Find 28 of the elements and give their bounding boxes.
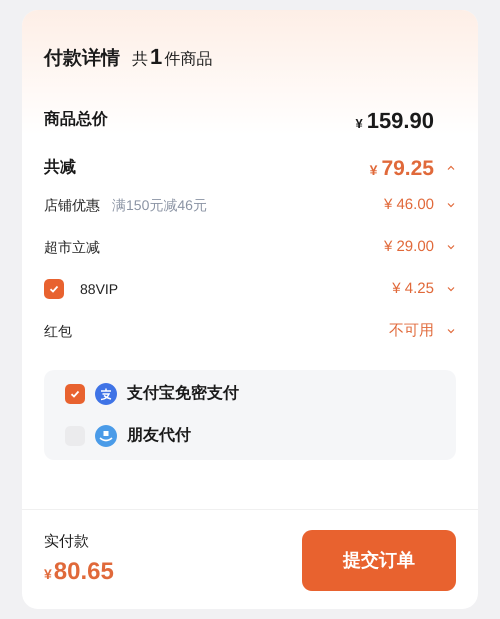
discount-value: 不可用 <box>389 320 434 341</box>
chevron-down-icon[interactable] <box>446 326 456 336</box>
check-icon <box>48 283 60 295</box>
payment-option-label[interactable]: 朋友代付 <box>127 424 191 448</box>
discount-label: 店铺优惠 <box>44 196 100 214</box>
total-label: 商品总价 <box>44 109 108 130</box>
chevron-down-icon[interactable] <box>446 242 456 252</box>
check-icon <box>69 388 81 400</box>
checkbox[interactable] <box>65 384 85 404</box>
item-count: 共 1件商品 <box>132 43 212 71</box>
discount-value: ¥ 4.25 <box>392 278 434 299</box>
chevron-down-icon[interactable] <box>446 284 456 294</box>
amount-due-label: 实付款 <box>44 532 90 552</box>
alipay-icon <box>95 383 117 405</box>
total-price: ¥ 159.90 <box>355 106 434 134</box>
amount-due: ¥80.65 <box>44 556 114 587</box>
discount-value: ¥ 46.00 <box>384 194 434 215</box>
discount-label: 红包 <box>44 322 72 340</box>
panel-title: 付款详情 <box>44 46 120 71</box>
chevron-down-icon[interactable] <box>446 200 456 210</box>
checkbox[interactable] <box>44 279 64 299</box>
discount-label: 超市立减 <box>44 238 100 256</box>
discount-value: ¥ 29.00 <box>384 236 434 257</box>
discount-label: 共减 <box>44 158 76 178</box>
payment-option-label[interactable]: 支付宝免密支付 <box>127 382 239 406</box>
discount-rule: 满150元减46元 <box>112 196 207 214</box>
discount-label: 88VIP <box>80 280 118 298</box>
discount-total: ¥ 79.25 <box>370 156 434 182</box>
